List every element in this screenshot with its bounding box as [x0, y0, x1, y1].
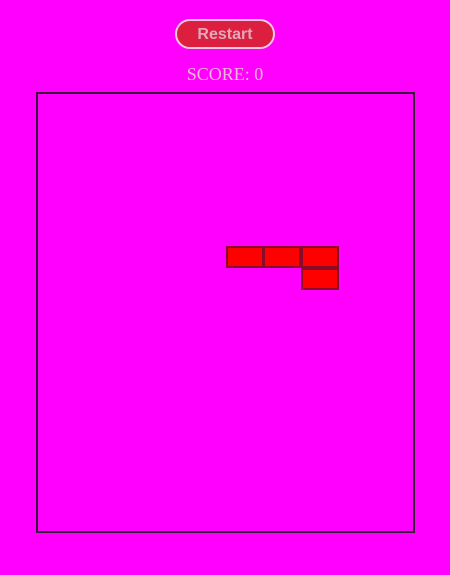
- piece-block: [300, 267, 339, 290]
- game-board[interactable]: [36, 92, 415, 533]
- piece-block: [300, 246, 339, 269]
- piece-block: [225, 246, 264, 269]
- score-display: SCORE: 0: [186, 64, 264, 84]
- restart-button[interactable]: Restart: [175, 19, 275, 49]
- piece-block: [263, 246, 301, 269]
